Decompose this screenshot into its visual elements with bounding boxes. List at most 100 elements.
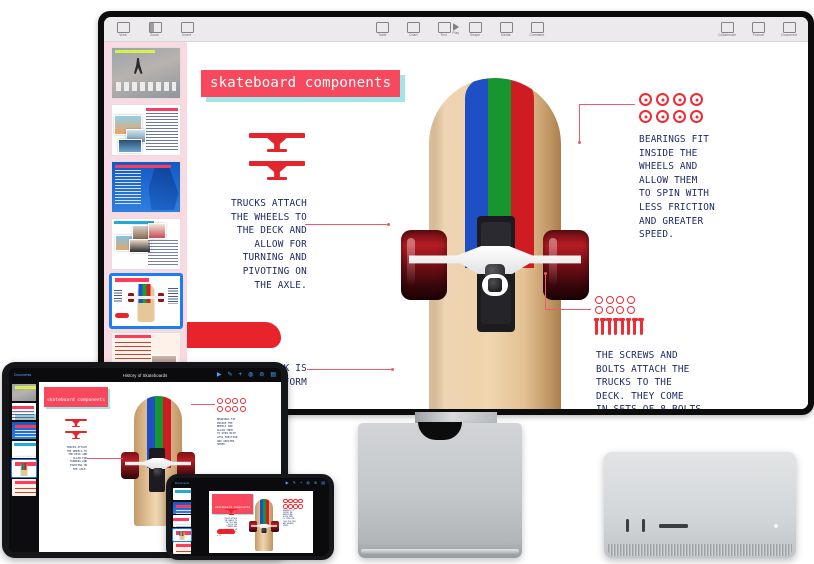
bearing-icon bbox=[639, 110, 652, 123]
slide-thumbnail-1[interactable] bbox=[110, 47, 181, 99]
bearing-icon bbox=[673, 110, 686, 123]
toolbar-label: Chart bbox=[408, 33, 418, 37]
document-icon bbox=[782, 21, 796, 33]
plus-icon[interactable]: + bbox=[300, 480, 302, 485]
screw-icon bbox=[599, 318, 606, 335]
ipad-slide-navigator[interactable] bbox=[9, 382, 39, 552]
format-button[interactable]: Format bbox=[747, 21, 769, 37]
insert-button[interactable]: Insert bbox=[176, 21, 198, 37]
view-options-icon bbox=[116, 21, 130, 33]
slide-navigator[interactable] bbox=[104, 42, 187, 409]
media-icon[interactable]: ◍ bbox=[248, 372, 253, 378]
thunderbolt-port bbox=[626, 519, 629, 532]
slide-thumbnail-5-selected[interactable] bbox=[108, 273, 183, 329]
ipad-thumbnail-6[interactable] bbox=[12, 479, 36, 496]
bearings-icon-group bbox=[639, 93, 703, 123]
media-icon bbox=[499, 21, 513, 33]
slide-title-banner[interactable]: skateboard components bbox=[201, 70, 401, 97]
comment-icon[interactable]: ⊜ bbox=[314, 480, 317, 485]
view-options-button[interactable]: View bbox=[112, 21, 134, 37]
leader-dot-bearings bbox=[578, 141, 581, 144]
toolbar-label: Document bbox=[781, 33, 797, 37]
screw-icon bbox=[631, 318, 638, 335]
screws-icon-group bbox=[593, 318, 645, 335]
ipad-thumbnail-4[interactable] bbox=[12, 441, 36, 458]
zoom-button[interactable]: Zoom bbox=[144, 21, 166, 37]
iphone-thumbnail-1[interactable] bbox=[173, 488, 191, 500]
ipad-back-button[interactable]: Documents bbox=[14, 373, 31, 377]
slide-thumbnail-2[interactable] bbox=[110, 104, 181, 156]
comment-icon[interactable]: ⊜ bbox=[259, 372, 264, 378]
iphone-slide-navigator[interactable] bbox=[171, 487, 193, 556]
iphone-annotation-deck: K IS bbox=[217, 535, 221, 537]
ipad-thumbnail-5-selected[interactable] bbox=[11, 459, 37, 478]
power-led bbox=[774, 524, 778, 528]
iphone-back-button[interactable]: Documents bbox=[175, 481, 189, 485]
screw-icon bbox=[619, 318, 625, 335]
leader-line-screws-v bbox=[545, 273, 546, 310]
bearing-icon bbox=[656, 93, 669, 106]
bearing-icon bbox=[690, 110, 703, 123]
iphone-body: skateboard components TRUCKS ATTACH THE … bbox=[171, 487, 329, 556]
slide-canvas[interactable]: skateboard components TRUCKS ATTACH THE … bbox=[187, 42, 808, 409]
nut-icon bbox=[605, 306, 614, 314]
format-icon[interactable]: ▤ bbox=[321, 480, 325, 485]
iphone-thumbnail-4-selected[interactable] bbox=[172, 527, 192, 542]
nut-icon bbox=[616, 306, 624, 314]
ipad-truck-icon bbox=[65, 418, 87, 427]
slide-thumbnail-3[interactable] bbox=[110, 161, 181, 213]
bearing-icon bbox=[656, 110, 669, 123]
ipad-slide-title-banner: skateboard components bbox=[44, 387, 109, 407]
nut-icon bbox=[595, 306, 603, 314]
studio-display: View Zoom Insert Play Table Chart Text S… bbox=[98, 11, 814, 415]
ipad-thumbnail-1[interactable] bbox=[12, 384, 36, 401]
thumbnail-art bbox=[111, 105, 180, 155]
chart-icon bbox=[406, 21, 420, 33]
iphone-thumbnail-2[interactable] bbox=[173, 501, 191, 514]
iphone-thumbnail-3[interactable] bbox=[173, 515, 191, 527]
toolbar-label: Format bbox=[752, 33, 764, 37]
chart-button[interactable]: Chart bbox=[402, 21, 424, 37]
collaborate-button[interactable]: Collaborate bbox=[716, 21, 738, 37]
ipad-thumbnail-2[interactable] bbox=[12, 403, 36, 420]
annotation-trucks: TRUCKS ATTACH THE WHEELS TO THE DECK AND… bbox=[231, 198, 307, 291]
iphone-truck-icon bbox=[225, 509, 237, 515]
insert-icon bbox=[180, 21, 194, 33]
table-button[interactable]: Table bbox=[371, 21, 393, 37]
toolbar-label: Play bbox=[452, 31, 460, 36]
shape-button[interactable]: Shape bbox=[464, 21, 486, 37]
play-icon[interactable]: ▶ bbox=[217, 372, 222, 378]
thumbnail-art bbox=[111, 219, 180, 269]
iphone-thumbnail-5[interactable] bbox=[173, 542, 191, 554]
annotation-screws: THE SCREWS AND BOLTS ATTACH THE TRUCKS T… bbox=[596, 350, 701, 409]
ipad-thumbnail-3[interactable] bbox=[12, 422, 36, 439]
iphone-annotation-bearings: BEARINGS FIT INSIDE THE WHEELS AND ALLOW… bbox=[283, 510, 296, 527]
skateboard-photo[interactable] bbox=[401, 78, 589, 409]
screw-icon bbox=[638, 318, 645, 335]
leader-line-bearings-v bbox=[579, 104, 580, 142]
ipad-toolbar-icons: ▶ ✎ + ◍ ⊜ ▤ bbox=[217, 372, 276, 378]
play-icon[interactable]: ▶ bbox=[286, 480, 289, 485]
comment-button[interactable]: Comment bbox=[526, 21, 548, 37]
leader-line-trucks bbox=[305, 224, 389, 225]
format-icon[interactable]: ▤ bbox=[270, 372, 276, 378]
document-button[interactable]: Document bbox=[778, 21, 800, 37]
comment-icon bbox=[530, 21, 544, 33]
media-button[interactable]: Media bbox=[495, 21, 517, 37]
play-button[interactable]: Play bbox=[453, 23, 459, 35]
plus-icon[interactable]: + bbox=[239, 372, 243, 378]
ipad-annotation-bearings: BEARINGS FIT INSIDE THE WHEELS AND ALLOW… bbox=[217, 418, 238, 447]
pen-icon[interactable]: ✎ bbox=[293, 480, 296, 485]
ipad-leader-line bbox=[87, 458, 123, 459]
vent-grille bbox=[608, 544, 792, 556]
pen-icon[interactable]: ✎ bbox=[228, 372, 233, 378]
toolbar-label: Shape bbox=[469, 33, 481, 37]
slide-thumbnail-4[interactable] bbox=[110, 218, 181, 270]
leader-dot-screws bbox=[544, 272, 547, 275]
iphone-slide-canvas[interactable]: skateboard components TRUCKS ATTACH THE … bbox=[193, 487, 329, 556]
bearing-icon bbox=[690, 93, 703, 106]
wheel-right bbox=[543, 230, 589, 300]
screw-icon bbox=[606, 318, 613, 335]
media-icon[interactable]: ◍ bbox=[306, 480, 310, 485]
toolbar-label: Insert bbox=[182, 33, 192, 37]
